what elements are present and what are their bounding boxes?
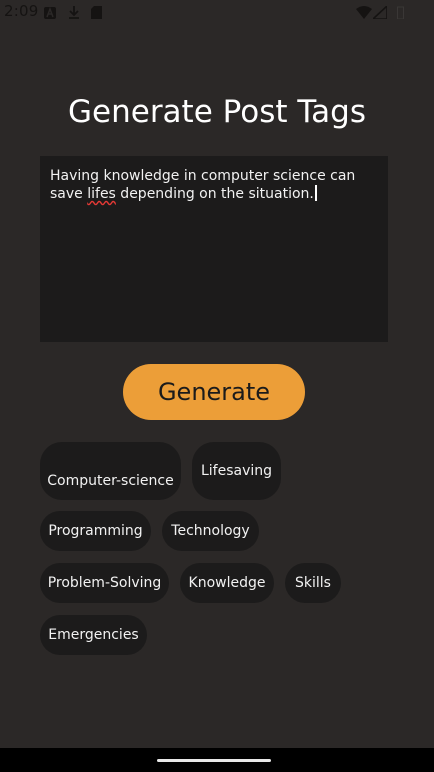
tag-chip-label: Technology bbox=[171, 523, 250, 539]
tag-chip[interactable]: Computer-science bbox=[40, 442, 181, 500]
navigation-bar bbox=[0, 748, 434, 772]
tag-chip[interactable]: Knowledge bbox=[180, 563, 274, 603]
tag-chip-label: Lifesaving bbox=[200, 463, 273, 479]
tag-chip[interactable]: Lifesaving bbox=[192, 442, 281, 500]
sd-card-icon bbox=[91, 5, 102, 23]
tag-chip[interactable]: Technology bbox=[162, 511, 259, 551]
tag-chip[interactable]: Problem-Solving bbox=[40, 563, 169, 603]
tag-chip-label: Programming bbox=[48, 523, 143, 539]
status-time: 2:09 bbox=[4, 2, 39, 20]
tag-chip-label: Emergencies bbox=[48, 627, 139, 643]
tag-chip[interactable]: Programming bbox=[40, 511, 151, 551]
status-bar: 2:09 bbox=[0, 0, 434, 24]
input-misspelled-word: lifes bbox=[87, 186, 116, 202]
home-gesture-handle[interactable] bbox=[157, 759, 271, 762]
tag-chip[interactable]: Skills bbox=[285, 563, 341, 603]
signal-icon bbox=[370, 4, 388, 23]
tag-chip-label: Skills bbox=[295, 575, 331, 591]
app-a-icon bbox=[44, 5, 56, 23]
battery-icon bbox=[397, 5, 404, 23]
post-text-input[interactable]: Having knowledge in computer science can… bbox=[40, 156, 388, 342]
download-icon bbox=[68, 5, 80, 23]
tag-chip-label: Knowledge bbox=[188, 575, 266, 591]
tag-chip-label: Computer-science bbox=[47, 473, 174, 489]
tag-chip-label: Problem-Solving bbox=[47, 575, 162, 591]
generate-button[interactable]: Generate bbox=[123, 364, 305, 420]
text-cursor bbox=[314, 185, 317, 201]
input-text-after: depending on the situation. bbox=[115, 186, 314, 202]
tag-chip[interactable]: Emergencies bbox=[40, 615, 147, 655]
page-title: Generate Post Tags bbox=[68, 94, 366, 130]
wifi-icon bbox=[356, 5, 372, 23]
